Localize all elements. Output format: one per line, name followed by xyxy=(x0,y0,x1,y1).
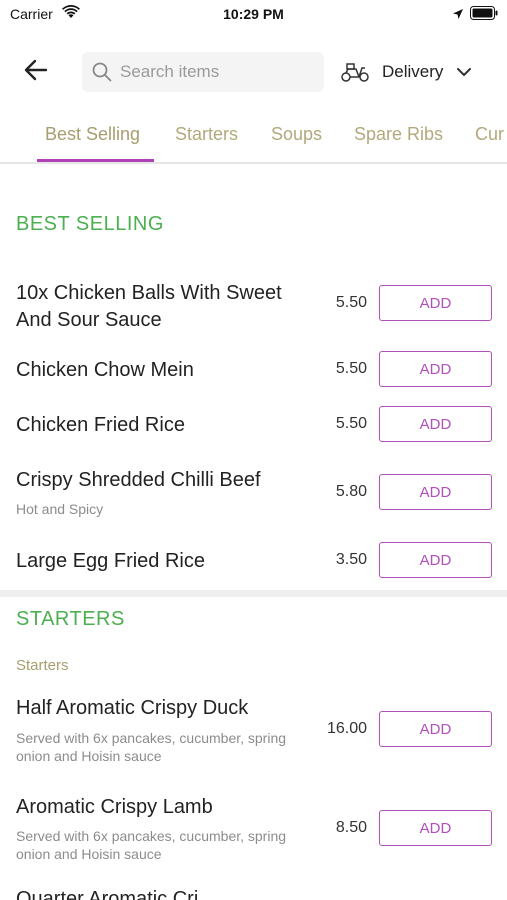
item-price: 8.50 xyxy=(335,819,367,836)
item-description: Served with 6x pancakes, cucumber, sprin… xyxy=(16,828,287,862)
delivery-selector[interactable]: Delivery xyxy=(340,56,490,88)
item-description: Hot and Spicy xyxy=(16,501,104,517)
item-name: Half Aromatic Crispy Duck xyxy=(16,697,249,719)
add-button[interactable]: ADD xyxy=(379,711,492,747)
item-name: Aromatic Crispy Lamb xyxy=(16,796,213,818)
section-divider xyxy=(0,590,507,597)
location-arrow-icon xyxy=(452,7,464,25)
section-title-best-selling: BEST SELLING xyxy=(16,213,164,235)
tab-soups[interactable]: Soups xyxy=(271,124,322,145)
add-button[interactable]: ADD xyxy=(379,406,492,442)
item-name-partial: Quarter Aromatic Cri xyxy=(16,888,199,900)
chevron-down-icon xyxy=(457,67,472,77)
item-price: 5.50 xyxy=(335,415,367,432)
tab-starters[interactable]: Starters xyxy=(175,124,238,145)
add-button[interactable]: ADD xyxy=(379,474,492,510)
item-description: Served with 6x pancakes, cucumber, sprin… xyxy=(16,730,287,764)
search-input[interactable] xyxy=(120,62,310,82)
item-name: 10x Chicken Balls With Sweet And Sour Sa… xyxy=(16,282,282,331)
add-button[interactable]: ADD xyxy=(379,810,492,846)
item-price: 16.00 xyxy=(326,720,367,737)
section-title-starters: STARTERS xyxy=(16,608,125,630)
back-button[interactable] xyxy=(20,56,52,88)
item-name: Large Egg Fried Rice xyxy=(16,550,205,572)
subcategory-label: Starters xyxy=(16,657,69,674)
search-box[interactable] xyxy=(82,52,324,92)
add-button[interactable]: ADD xyxy=(379,542,492,578)
tab-spare-ribs[interactable]: Spare Ribs xyxy=(354,124,443,145)
item-price: 5.50 xyxy=(335,360,367,377)
item-name: Chicken Fried Rice xyxy=(16,414,185,436)
back-arrow-icon xyxy=(24,59,48,86)
item-price: 5.80 xyxy=(335,483,367,500)
category-tabs: Best Selling Starters Soups Spare Ribs C… xyxy=(0,112,507,164)
tab-curry[interactable]: Cur xyxy=(475,124,504,145)
item-name: Chicken Chow Mein xyxy=(16,359,194,381)
active-tab-indicator xyxy=(37,159,154,162)
status-time: 10:29 PM xyxy=(223,6,284,22)
search-icon xyxy=(92,62,112,82)
scooter-icon xyxy=(340,61,370,83)
tab-best-selling[interactable]: Best Selling xyxy=(45,124,140,145)
item-price: 5.50 xyxy=(335,294,367,311)
item-name: Crispy Shredded Chilli Beef xyxy=(16,469,261,491)
status-bar: Carrier 10:29 PM xyxy=(0,0,507,30)
delivery-label: Delivery xyxy=(382,62,444,81)
add-button[interactable]: ADD xyxy=(379,285,492,321)
add-button[interactable]: ADD xyxy=(379,351,492,387)
battery-icon xyxy=(470,6,498,25)
item-price: 3.50 xyxy=(335,551,367,568)
